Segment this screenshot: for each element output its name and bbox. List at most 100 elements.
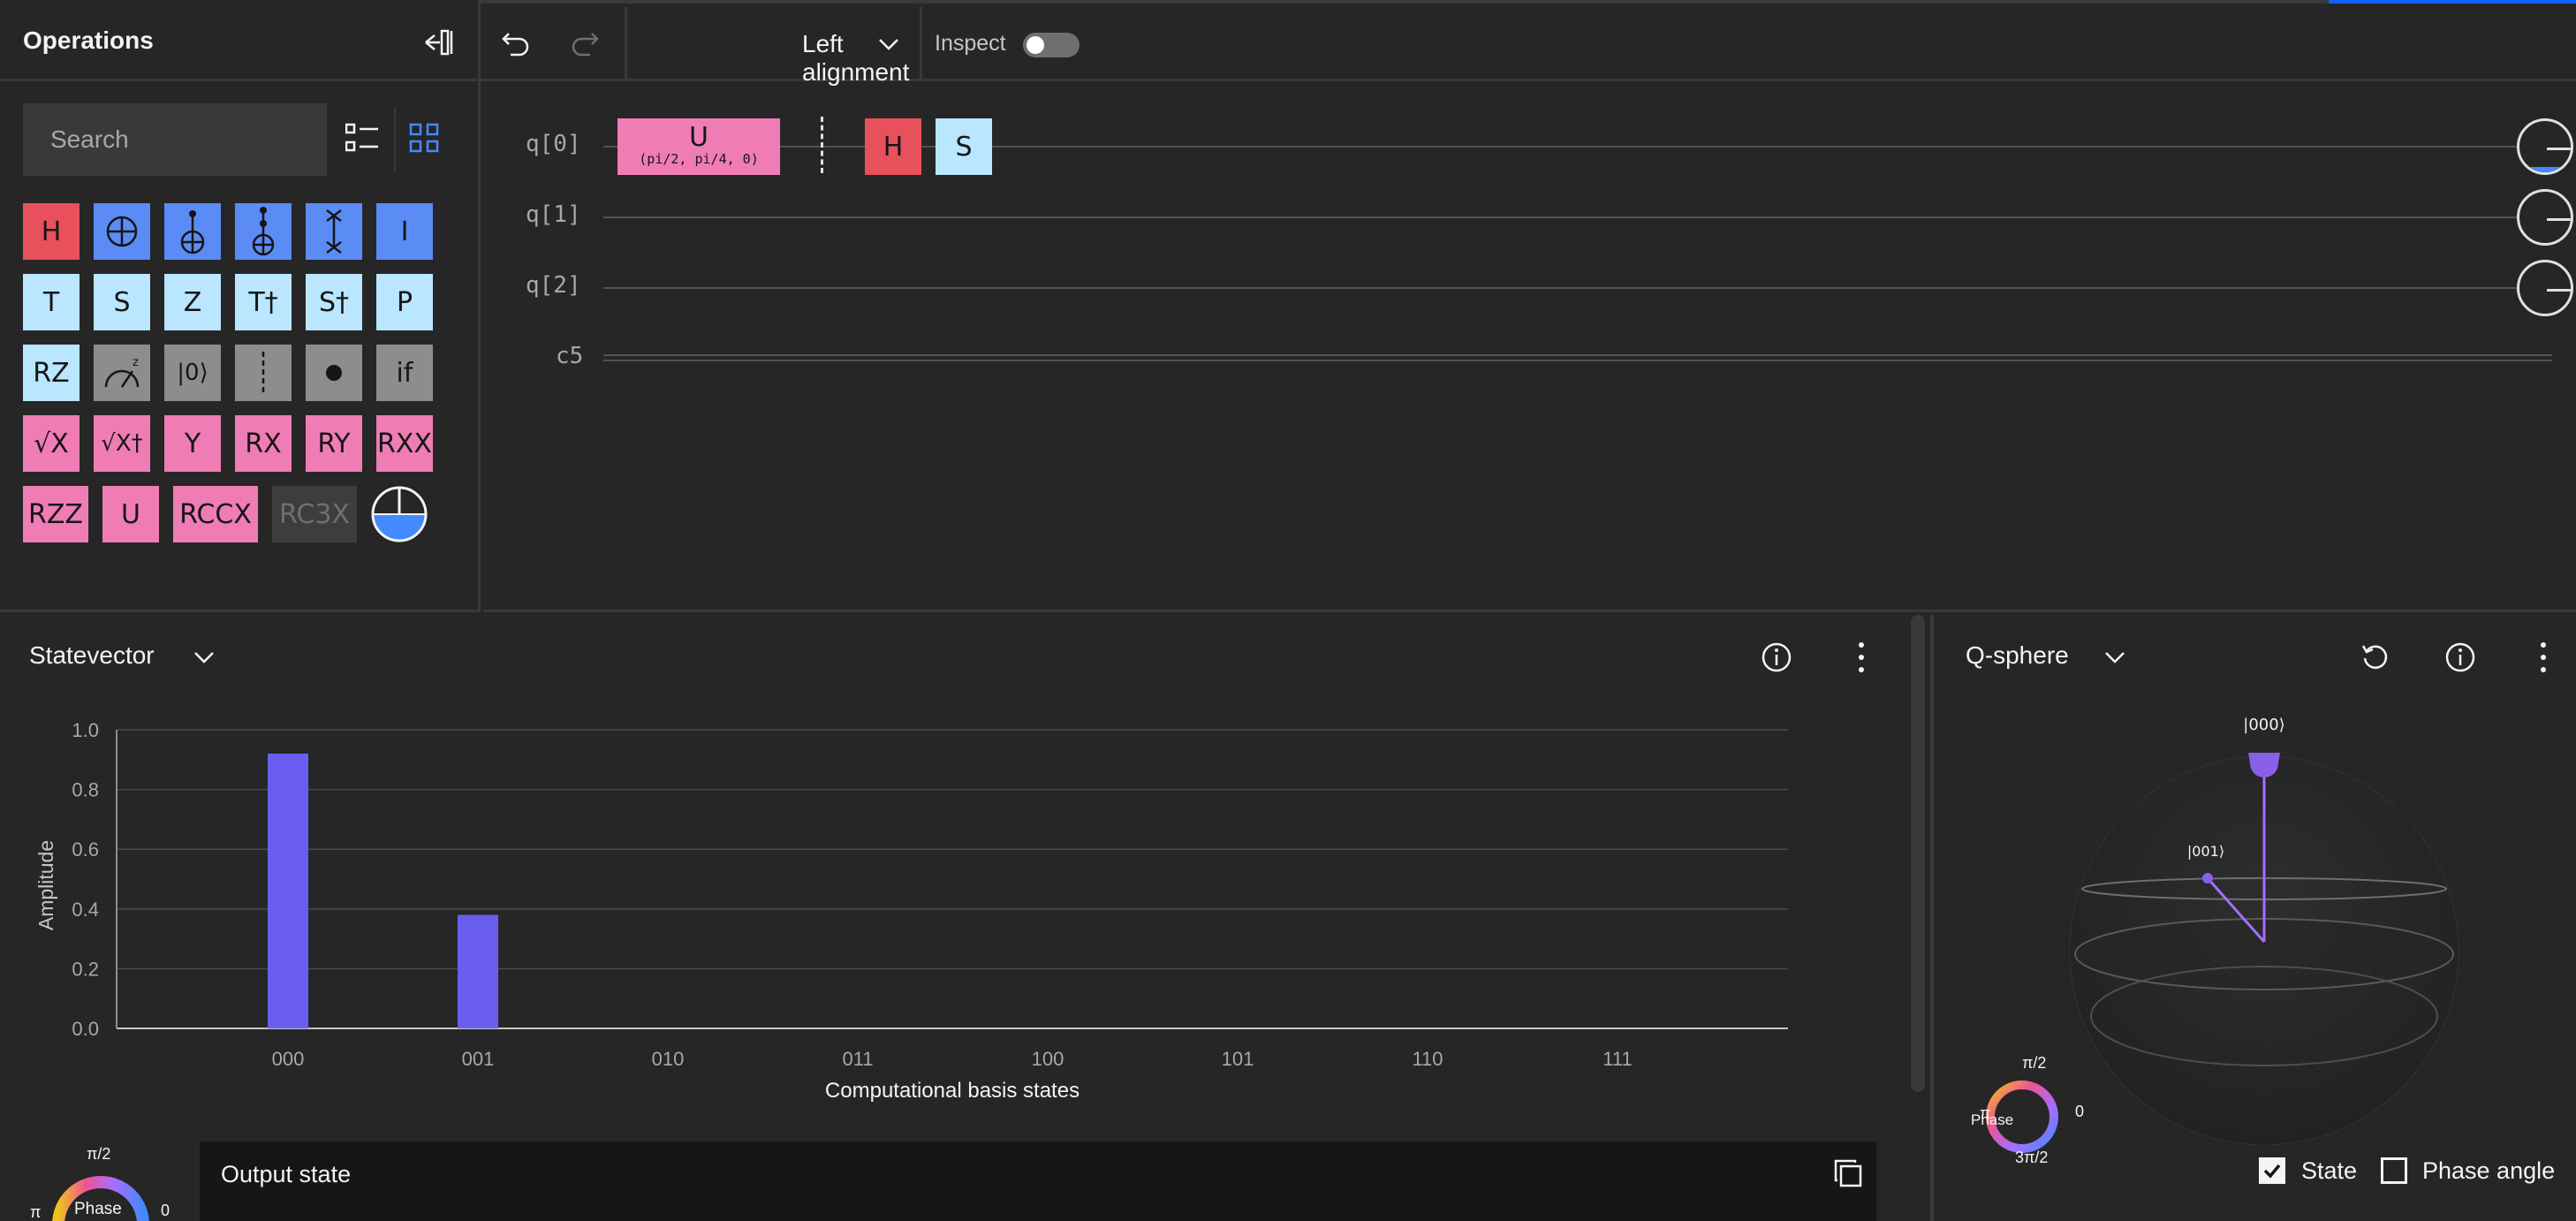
view-divider bbox=[394, 107, 396, 172]
qsphere-panel: Q-sphere |000⟩ |001⟩ Phase π/2 π 0 3π/2 bbox=[1930, 615, 2576, 1221]
gate-cnot[interactable] bbox=[94, 203, 150, 260]
gate-if[interactable]: if bbox=[376, 345, 433, 401]
gate-label: H bbox=[41, 216, 62, 247]
visualization-select[interactable]: Statevector bbox=[29, 641, 155, 670]
gate-label: RXX bbox=[377, 428, 432, 459]
circuit-gate-u[interactable]: U (pi/2, pi/4, 0) bbox=[617, 118, 780, 175]
phase-angle-checkbox[interactable] bbox=[2381, 1157, 2407, 1184]
gate-label: I bbox=[400, 216, 409, 247]
info-icon[interactable] bbox=[2444, 641, 2476, 673]
phase-angle-checkbox-label[interactable]: Phase angle bbox=[2422, 1157, 2555, 1185]
operations-panel: Operations H I T S Z T† S† P RZ z |0⟩ if bbox=[0, 0, 481, 612]
gate-u[interactable]: U bbox=[102, 486, 159, 542]
chart-y-ticks: 0.0 0.2 0.4 0.6 0.8 1.0 bbox=[72, 719, 99, 1040]
qubit-wire-q2[interactable] bbox=[603, 287, 2561, 289]
phase-tick-right: 0 bbox=[161, 1202, 170, 1219]
reset-view-icon[interactable] bbox=[2360, 641, 2391, 672]
info-icon[interactable] bbox=[1761, 641, 1792, 673]
gate-rx[interactable]: RX bbox=[235, 415, 292, 472]
operations-title: Operations bbox=[23, 27, 154, 54]
scrollbar[interactable] bbox=[1911, 615, 1925, 1092]
gate-ry[interactable]: RY bbox=[306, 415, 362, 472]
circuit-composer[interactable]: q[0] q[1] q[2] c5 U (pi/2, pi/4, 0) H S bbox=[483, 81, 2576, 612]
disk-line bbox=[2547, 289, 2571, 292]
gate-control[interactable] bbox=[306, 345, 362, 401]
gate-s[interactable]: S bbox=[94, 274, 150, 330]
gate-label: Z bbox=[183, 286, 202, 318]
gate-i[interactable]: I bbox=[376, 203, 433, 260]
barrier-icon bbox=[261, 352, 266, 394]
gate-label: P bbox=[396, 286, 413, 318]
gate-label: U bbox=[121, 498, 140, 530]
gate-reset[interactable]: |0⟩ bbox=[164, 345, 221, 401]
redo-icon[interactable] bbox=[569, 27, 601, 58]
progress-indicator bbox=[2329, 0, 2576, 4]
circuit-barrier[interactable] bbox=[821, 117, 823, 173]
chart-bars bbox=[268, 754, 498, 1028]
list-view-icon[interactable] bbox=[345, 123, 379, 153]
measure-z-icon: z bbox=[101, 353, 143, 392]
probability-disk-q1[interactable] bbox=[2517, 189, 2573, 246]
phase-tick-left: π bbox=[1980, 1104, 1991, 1122]
y-tick-label: 0.4 bbox=[72, 899, 99, 921]
chevron-down-icon[interactable] bbox=[878, 37, 899, 51]
visualization-select[interactable]: Q-sphere bbox=[1966, 641, 2069, 670]
state-checkbox[interactable] bbox=[2259, 1157, 2285, 1184]
gate-swap[interactable] bbox=[306, 203, 362, 260]
ccx-icon bbox=[175, 207, 210, 256]
gate-ccx[interactable] bbox=[164, 203, 221, 260]
probability-disk-icon[interactable] bbox=[369, 484, 429, 544]
gate-sx[interactable]: √X bbox=[23, 415, 80, 472]
phase-tick-left: π bbox=[30, 1203, 42, 1221]
gate-y[interactable]: Y bbox=[164, 415, 221, 472]
inspect-toggle[interactable] bbox=[1023, 33, 1080, 57]
wire-label-q2: q[2] bbox=[526, 272, 581, 299]
gate-barrier[interactable] bbox=[235, 345, 292, 401]
overflow-menu-icon[interactable] bbox=[2534, 640, 2552, 675]
gate-label: √X bbox=[34, 428, 69, 459]
probability-disk-q2[interactable] bbox=[2517, 260, 2573, 316]
x-tick-label: 010 bbox=[652, 1048, 685, 1070]
gate-t[interactable]: T bbox=[23, 274, 80, 330]
copy-icon[interactable] bbox=[1833, 1158, 1863, 1188]
gate-p[interactable]: P bbox=[376, 274, 433, 330]
gate-label: T bbox=[42, 286, 60, 318]
gate-rccx[interactable]: RCCX bbox=[173, 486, 258, 542]
toolbar: Left alignment Inspect bbox=[481, 0, 2576, 86]
classical-wire-c5[interactable] bbox=[603, 354, 2552, 361]
gate-cccx[interactable] bbox=[235, 203, 292, 260]
gate-label: RY bbox=[317, 428, 351, 459]
gate-z[interactable]: Z bbox=[164, 274, 221, 330]
inspect-label: Inspect bbox=[935, 31, 1006, 56]
alignment-value: Left alignment bbox=[802, 30, 910, 86]
gate-label: RZZ bbox=[28, 498, 83, 530]
search-input[interactable] bbox=[23, 103, 327, 176]
chevron-down-icon[interactable] bbox=[2104, 650, 2125, 664]
circuit-gate-h[interactable]: H bbox=[865, 118, 921, 175]
bar-000 bbox=[268, 754, 308, 1028]
chart-x-ticks: 000 001 010 011 100 101 110 111 bbox=[272, 1048, 1633, 1070]
phase-label: Phase bbox=[74, 1200, 122, 1218]
state-checkbox-label[interactable]: State bbox=[2301, 1157, 2357, 1185]
collapse-panel-icon[interactable] bbox=[422, 27, 454, 58]
qubit-wire-q1[interactable] bbox=[603, 216, 2561, 218]
gate-rxx[interactable]: RXX bbox=[376, 415, 433, 472]
probability-disk-q0[interactable] bbox=[2517, 118, 2573, 175]
chevron-down-icon[interactable] bbox=[193, 650, 215, 664]
gate-h[interactable]: H bbox=[23, 203, 80, 260]
gate-rz[interactable]: RZ bbox=[23, 345, 80, 401]
grid-view-icon[interactable] bbox=[409, 123, 439, 153]
undo-icon[interactable] bbox=[500, 27, 532, 58]
wire-label-c5: c5 bbox=[556, 343, 584, 369]
circuit-gate-s[interactable]: S bbox=[936, 118, 992, 175]
gate-measure-z[interactable]: z bbox=[94, 345, 150, 401]
x-tick-label: 111 bbox=[1602, 1048, 1632, 1070]
gate-sdg[interactable]: S† bbox=[306, 274, 362, 330]
gate-tdg[interactable]: T† bbox=[235, 274, 292, 330]
overflow-menu-icon[interactable] bbox=[1852, 640, 1870, 675]
bar-001 bbox=[458, 914, 498, 1028]
gate-rzz[interactable]: RZZ bbox=[23, 486, 88, 542]
checkmark-icon bbox=[2263, 1164, 2281, 1179]
gate-sxdg[interactable]: √X† bbox=[94, 415, 150, 472]
gate-rc3x: RC3X bbox=[272, 486, 357, 542]
